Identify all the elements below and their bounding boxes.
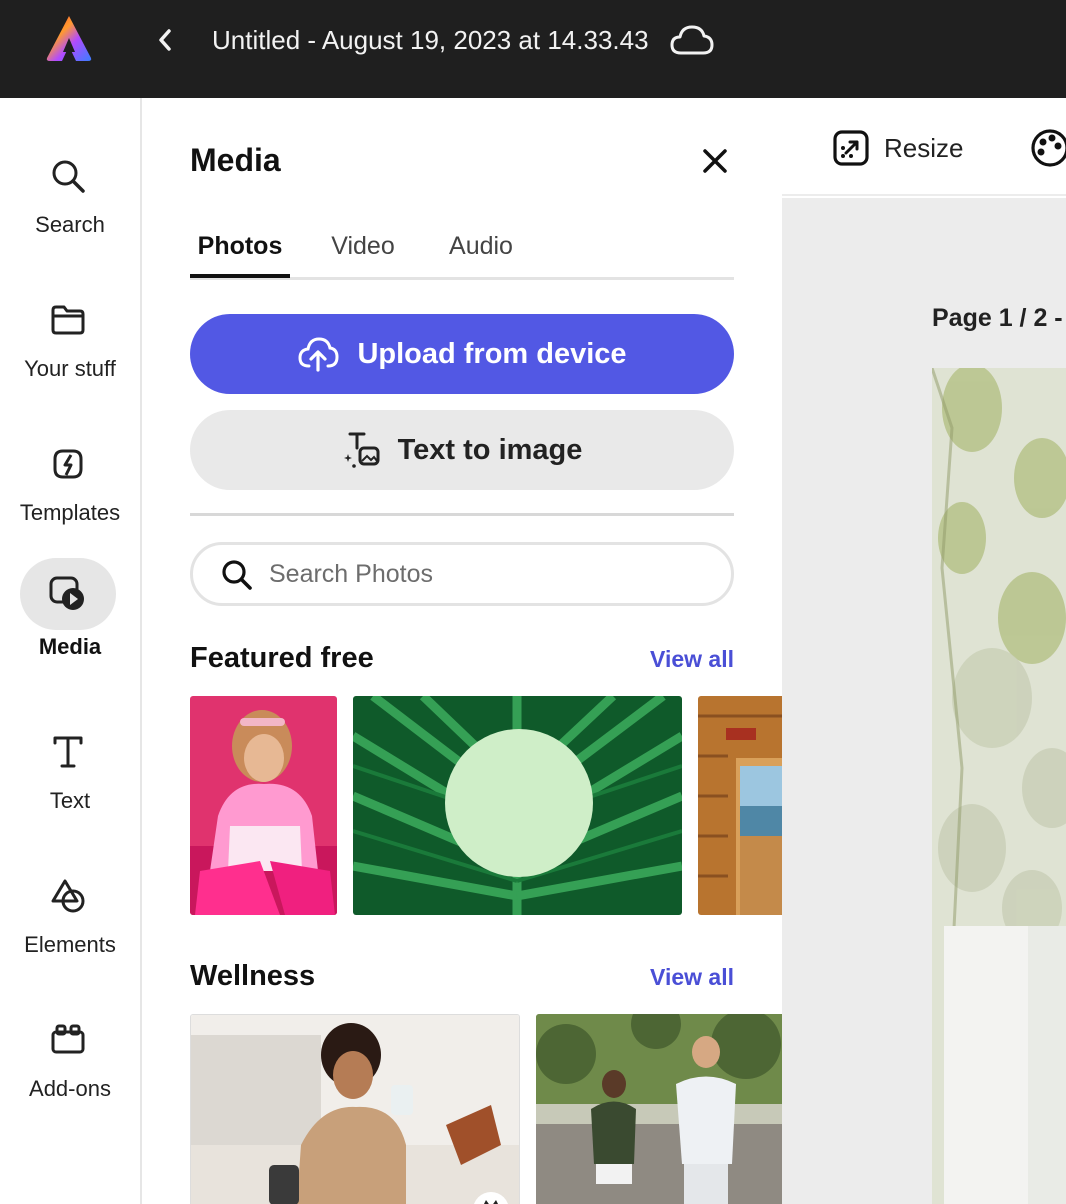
page-label: Page 1 / 2 - [932, 304, 1063, 332]
featured-photo-woman-pink[interactable] [190, 696, 337, 915]
close-panel-button[interactable] [698, 144, 732, 178]
upload-from-device-button[interactable]: Upload from device [190, 314, 734, 394]
tab-audio[interactable]: Audio [436, 232, 526, 277]
cloud-sync-button[interactable] [668, 20, 716, 60]
panel-title: Media [190, 142, 281, 178]
back-button[interactable] [150, 24, 180, 56]
search-icon [222, 560, 252, 590]
rail-label: Add-ons [29, 1076, 111, 1101]
featured-photo-palm-leaf[interactable] [353, 696, 682, 915]
search-icon [40, 148, 96, 204]
rail-item-templates[interactable]: Templates [0, 424, 140, 554]
rail-label: Text [49, 788, 91, 813]
rail-label: Elements [24, 932, 116, 957]
adobe-express-logo[interactable] [44, 14, 94, 62]
shapes-icon [40, 868, 96, 924]
rail-item-search[interactable]: Search [0, 136, 140, 266]
section-title-featured-free: Featured free [190, 642, 374, 674]
rail-item-addons[interactable]: Add-ons [0, 1000, 140, 1130]
close-icon [703, 149, 727, 173]
text-icon [40, 724, 96, 780]
rail-label: Your stuff [24, 356, 116, 381]
section-divider [190, 513, 734, 516]
rail-item-media[interactable]: Media [0, 556, 140, 686]
rail-label: Templates [19, 500, 121, 525]
left-rail: Search Your stuff Templates Media Text E… [0, 98, 142, 1204]
resize-label: Resize [884, 132, 964, 163]
upload-label: Upload from device [357, 337, 627, 370]
templates-icon [40, 436, 96, 492]
top-bar: Untitled - August 19, 2023 at 14.33.43 [0, 0, 1066, 98]
rail-item-text[interactable]: Text [0, 712, 140, 842]
rail-label: Media [38, 634, 102, 659]
cloud-upload-icon [298, 337, 339, 372]
palette-icon [1031, 129, 1066, 167]
rail-item-your-stuff[interactable]: Your stuff [0, 280, 140, 410]
editor-toolbar: Resize [782, 98, 1066, 196]
tab-active-indicator [190, 274, 290, 278]
featured-photo-wooden-door[interactable] [698, 696, 782, 915]
document-title[interactable]: Untitled - August 19, 2023 at 14.33.43 [212, 24, 649, 56]
text-to-image-button[interactable]: Text to image [190, 410, 734, 490]
media-panel: Media Photos Video Audio Upload from dev… [142, 98, 782, 1204]
cloud-icon [670, 25, 714, 55]
text-to-image-label: Text to image [397, 433, 583, 466]
rail-label: Search [35, 212, 105, 237]
wellness-photo-men-jogging[interactable] [536, 1014, 782, 1204]
tab-photos[interactable]: Photos [190, 232, 290, 277]
page-preview[interactable] [932, 368, 1066, 1204]
addons-icon [40, 1012, 96, 1068]
canvas-area: Page 1 / 2 - [782, 198, 1066, 1204]
view-all-featured-link[interactable]: View all [650, 646, 734, 673]
rail-item-elements[interactable]: Elements [0, 856, 140, 986]
media-tabs: Photos Video Audio [190, 226, 734, 280]
search-photos-input[interactable] [269, 555, 709, 593]
resize-button[interactable]: Resize [832, 126, 963, 170]
wellness-photo-woman-phone[interactable] [190, 1014, 520, 1204]
search-photos-box[interactable] [190, 542, 734, 606]
section-title-wellness: Wellness [190, 960, 316, 992]
text-to-image-icon [343, 432, 380, 468]
resize-icon [833, 130, 869, 166]
color-palette-button[interactable] [1030, 128, 1066, 168]
media-icon [20, 558, 116, 630]
chevron-left-icon [159, 29, 171, 51]
folder-icon [40, 292, 96, 348]
tab-video[interactable]: Video [318, 232, 408, 277]
view-all-wellness-link[interactable]: View all [650, 964, 734, 991]
